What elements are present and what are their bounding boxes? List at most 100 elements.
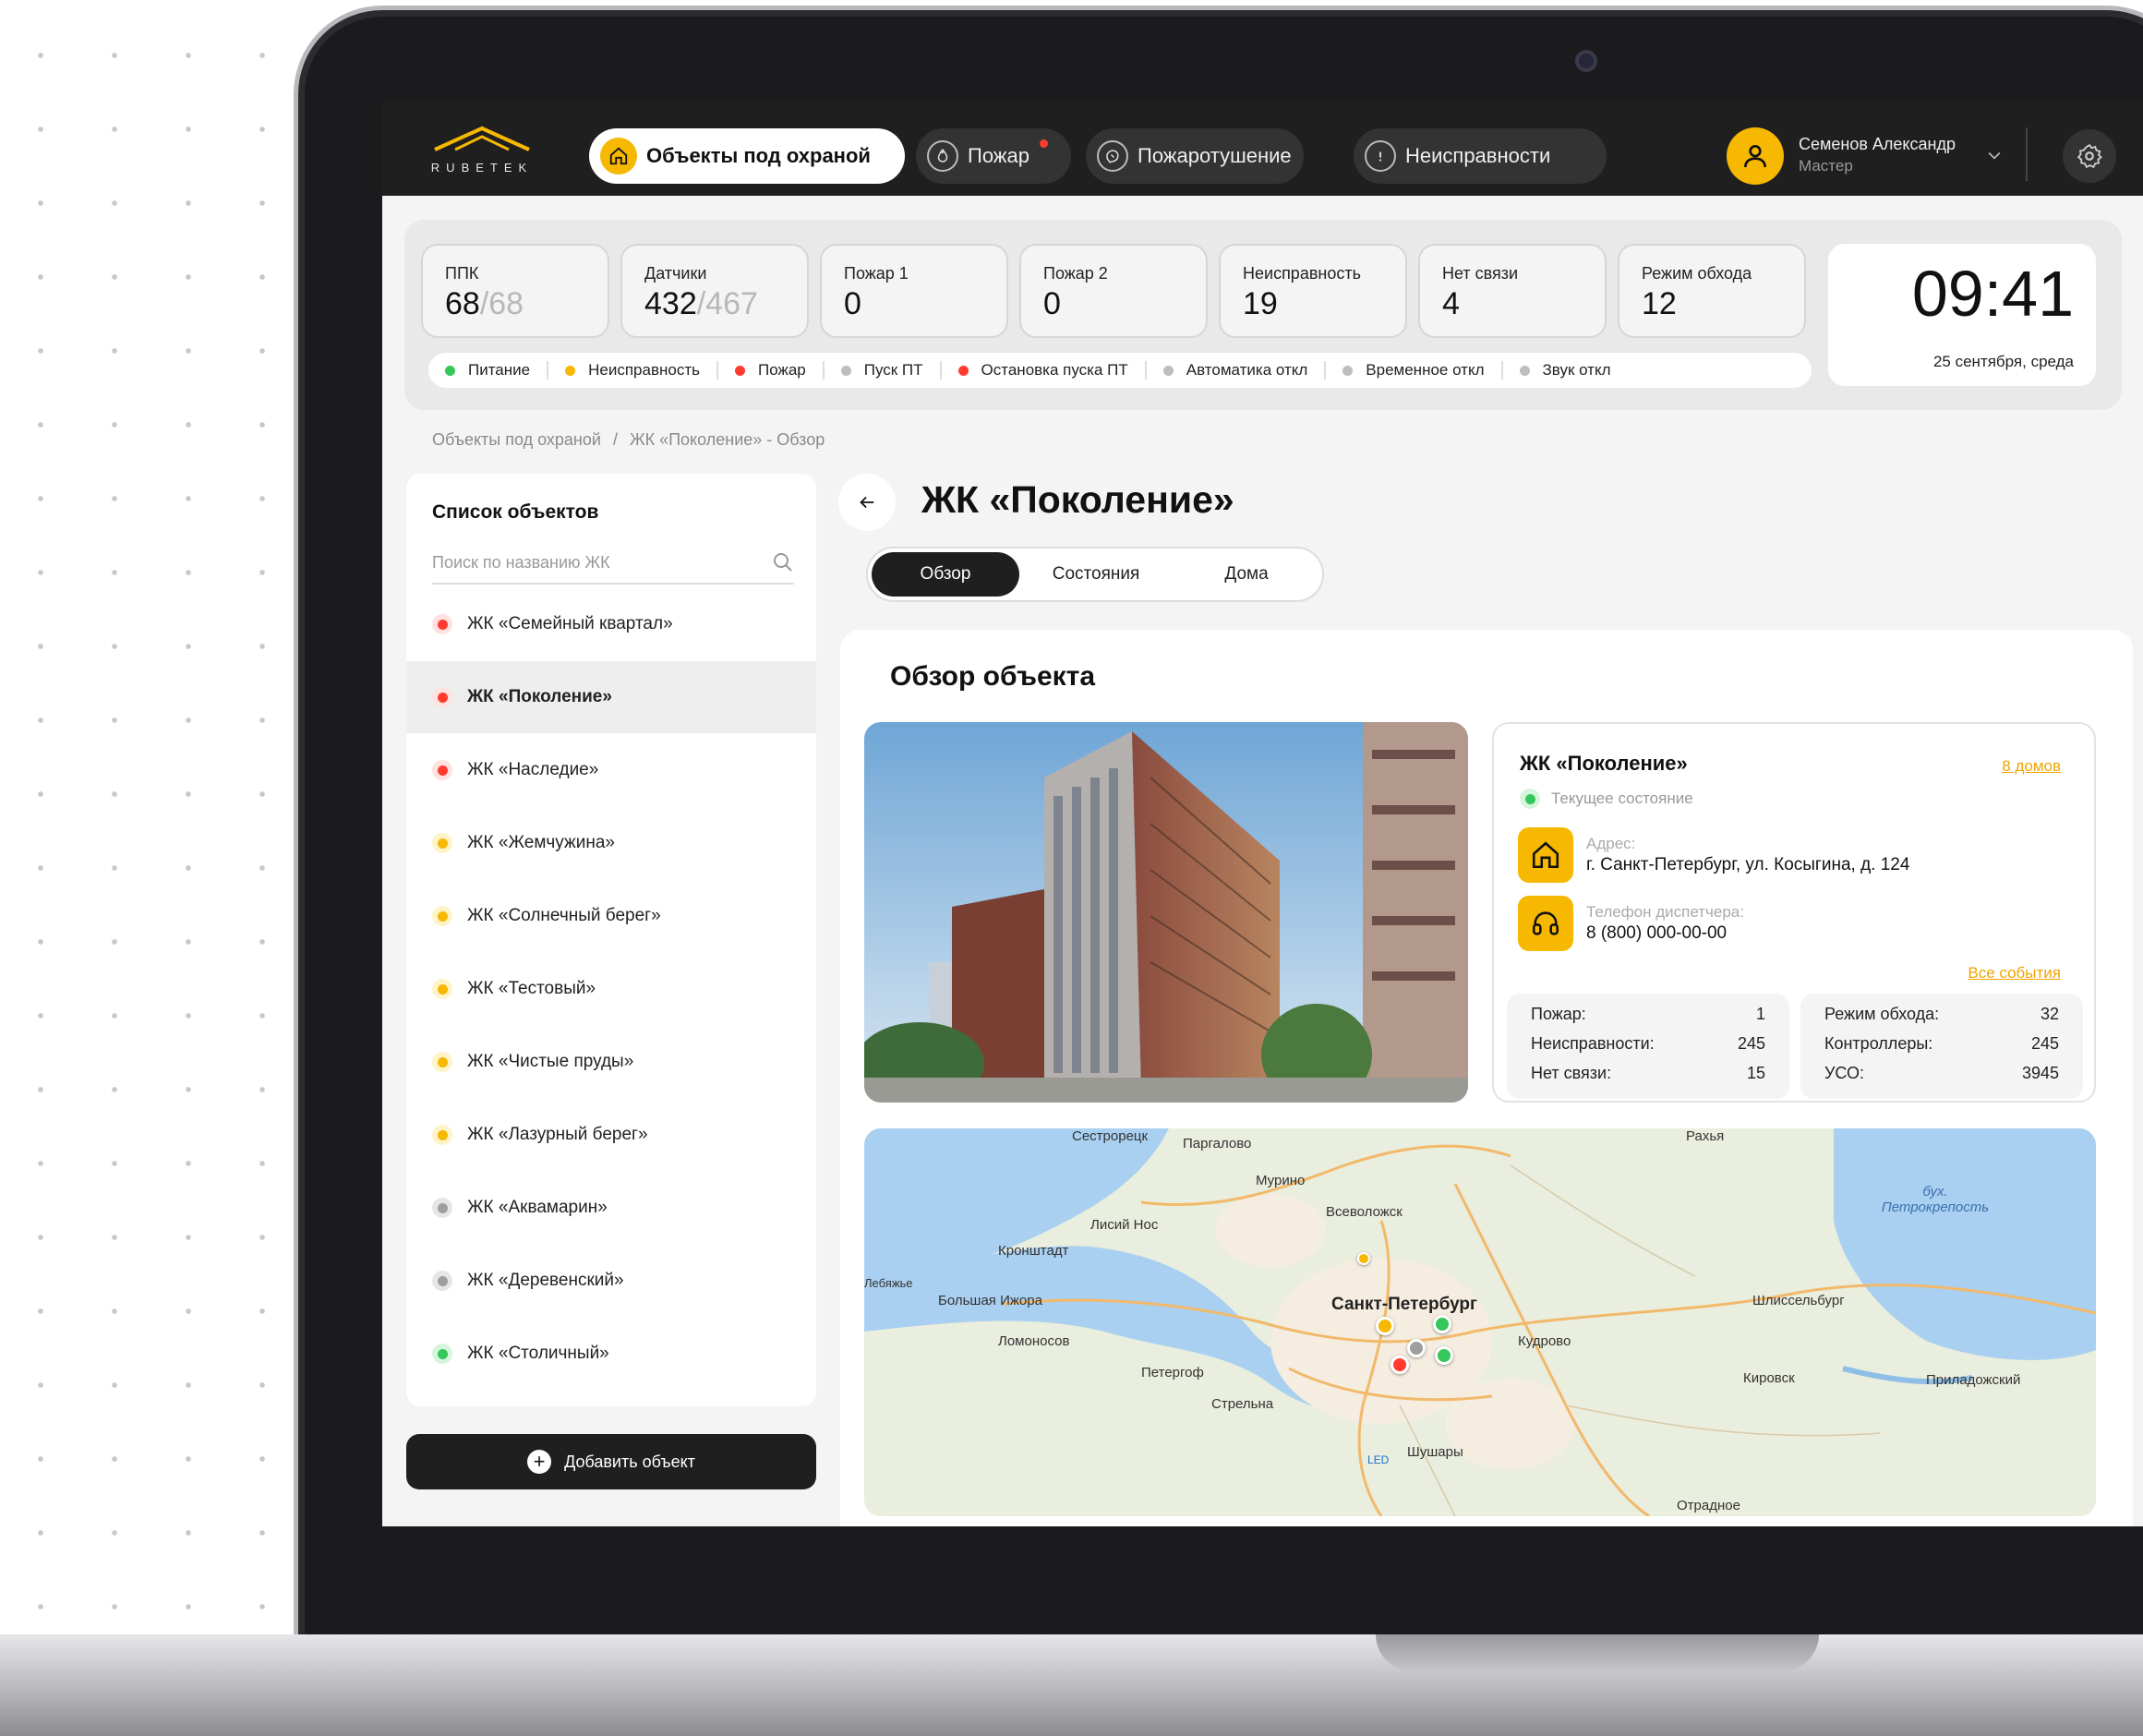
stat-label: Пожар 1 — [844, 264, 909, 283]
status-dot — [432, 760, 452, 780]
sidebar-item-label: ЖК «Аквамарин» — [467, 1198, 608, 1217]
back-button[interactable] — [838, 474, 896, 531]
sidebar-item-label: ЖК «Тестовый» — [467, 979, 596, 998]
stat-value: 432/467 — [644, 286, 758, 321]
tab-states[interactable]: Состояния — [1021, 552, 1171, 597]
sidebar-item[interactable]: ЖК «Лазурный берег» — [406, 1099, 816, 1171]
map-pin[interactable] — [1407, 1339, 1426, 1357]
rubetek-logo[interactable]: RUBETEK — [427, 126, 537, 181]
sidebar-item[interactable]: ЖК «Семейный квартал» — [406, 588, 816, 660]
current-state: Текущее состояние — [1520, 789, 1693, 809]
sidebar-item-label: ЖК «Поколение» — [467, 687, 612, 706]
user-menu[interactable]: Семенов Александр Мастер — [1727, 127, 2004, 185]
status-dot — [432, 1198, 452, 1218]
stat-value: 0 — [1043, 286, 1061, 321]
address-label: Адрес: — [1586, 835, 1636, 852]
logo-text: RUBETEK — [430, 161, 534, 175]
building-photo — [864, 722, 1468, 1103]
address-icon — [1518, 827, 1573, 883]
sidebar-item-label: ЖК «Жемчужина» — [467, 833, 615, 852]
map-label: Большая Ижора — [938, 1293, 1042, 1308]
breadcrumb: Объекты под охраной / ЖК «Поколение» - О… — [432, 430, 825, 450]
add-object-button[interactable]: + Добавить объект — [406, 1434, 816, 1489]
legend-item: Автоматика откл — [1147, 361, 1327, 380]
stat-value: 68/68 — [445, 286, 524, 321]
logo-roof-icon — [434, 126, 530, 151]
tab-houses[interactable]: Дома — [1173, 552, 1320, 597]
stat-card-fire-1[interactable]: Пожар 1 0 — [820, 244, 1008, 338]
legend-item: Временное откл — [1326, 361, 1503, 380]
map-label: Шлиссельбург — [1752, 1293, 1845, 1308]
status-legend: Питание Неисправность Пожар Пуск ПТ Оста… — [428, 353, 1812, 388]
laptop-notch — [1376, 1634, 1819, 1671]
map-label: Лисий Нос — [1090, 1217, 1159, 1233]
sidebar-item[interactable]: ЖК «Столичный» — [406, 1318, 816, 1390]
legend-item: Звук откл — [1503, 361, 1628, 380]
stat-card-bypass-mode[interactable]: Режим обхода 12 — [1618, 244, 1806, 338]
search-input[interactable] — [432, 548, 746, 577]
sidebar-item[interactable]: ЖК «Солнечный берег» — [406, 880, 816, 952]
search-icon[interactable] — [772, 551, 794, 573]
legend-item: Пожар — [718, 361, 825, 380]
stat-card-fault[interactable]: Неисправность 19 — [1219, 244, 1407, 338]
sidebar-item[interactable]: ЖК «Поколение» — [406, 661, 816, 733]
houses-link[interactable]: 8 домов — [2002, 757, 2061, 776]
sidebar-item[interactable]: ЖК «Аквамарин» — [406, 1172, 816, 1244]
stat-value: 12 — [1642, 286, 1677, 321]
settings-button[interactable] — [2063, 129, 2116, 183]
legend-item: Неисправность — [548, 361, 718, 380]
map-label: Стрельна — [1211, 1396, 1274, 1412]
status-dot — [432, 906, 452, 926]
view-tabs: Обзор Состояния Дома — [866, 547, 1324, 602]
breadcrumb-root-link[interactable]: Объекты под охраной — [432, 430, 601, 449]
map-label: Сестрорецк — [1072, 1128, 1149, 1144]
sidebar-title: Список объектов — [432, 501, 599, 523]
add-object-label: Добавить объект — [564, 1452, 695, 1471]
map-pin[interactable] — [1391, 1356, 1409, 1374]
map-label: Мурино — [1256, 1173, 1306, 1188]
stat-card-ppk[interactable]: ППК 68/68 — [421, 244, 609, 338]
laptop-base — [0, 1634, 2143, 1736]
status-dot — [432, 1344, 452, 1364]
sidebar-item-label: ЖК «Чистые пруды» — [467, 1052, 634, 1071]
airport-label: LED — [1367, 1453, 1390, 1466]
stat-card-no-connection[interactable]: Нет связи 4 — [1418, 244, 1607, 338]
tab-overview[interactable]: Обзор — [872, 552, 1019, 597]
sidebar-item[interactable]: ЖК «Чистые пруды» — [406, 1026, 816, 1098]
object-map[interactable]: Сестрорецк Паргалово Мурино Всеволожск Л… — [864, 1128, 2096, 1516]
page-title: ЖК «Поколение» — [921, 478, 1234, 521]
map-pin[interactable] — [1357, 1252, 1370, 1265]
status-dot — [432, 1125, 452, 1145]
map-pin[interactable] — [1435, 1346, 1453, 1365]
sidebar-item[interactable]: ЖК «Жемчужина» — [406, 807, 816, 879]
nav-tab-fire[interactable]: Пожар — [916, 128, 1071, 184]
map-label: Кронштадт — [998, 1243, 1069, 1259]
stat-card-fire-2[interactable]: Пожар 2 0 — [1019, 244, 1208, 338]
map-pin[interactable] — [1376, 1317, 1394, 1335]
nav-tab-protected-objects[interactable]: Объекты под охраной — [589, 128, 905, 184]
map-label: Лебяжье — [864, 1276, 913, 1290]
clock-widget: 09:41 25 сентября, среда — [1828, 244, 2096, 386]
home-icon — [600, 138, 637, 175]
gear-icon — [2077, 143, 2102, 169]
legend-dot — [957, 365, 969, 376]
legend-dot — [1342, 365, 1354, 376]
all-events-link[interactable]: Все события — [1968, 964, 2061, 983]
map-pin[interactable] — [1433, 1315, 1451, 1333]
stat-row: Нет связи: 15 — [1531, 1064, 1765, 1082]
stat-row: Режим обхода: 32 — [1824, 1005, 2059, 1023]
nav-label: Неисправности — [1405, 144, 1551, 167]
nav-tab-faults[interactable]: Неисправности — [1354, 128, 1607, 184]
nav-tab-extinguishing[interactable]: Пожаротушение — [1086, 128, 1304, 184]
sidebar-item[interactable]: ЖК «Тестовый» — [406, 953, 816, 1025]
status-dot — [432, 1052, 452, 1072]
sidebar-item[interactable]: ЖК «Наследие» — [406, 734, 816, 806]
sidebar-item[interactable]: ЖК «Деревенский» — [406, 1245, 816, 1317]
stat-value: 0 — [844, 286, 861, 321]
stat-card-sensors[interactable]: Датчики 432/467 — [620, 244, 809, 338]
nav-label: Пожаротушение — [1138, 144, 1292, 167]
nav-label: Пожар — [968, 144, 1029, 167]
status-dot — [432, 1271, 452, 1291]
alert-circle-icon — [1365, 140, 1396, 172]
sidebar-item-label: ЖК «Столичный» — [467, 1344, 609, 1363]
